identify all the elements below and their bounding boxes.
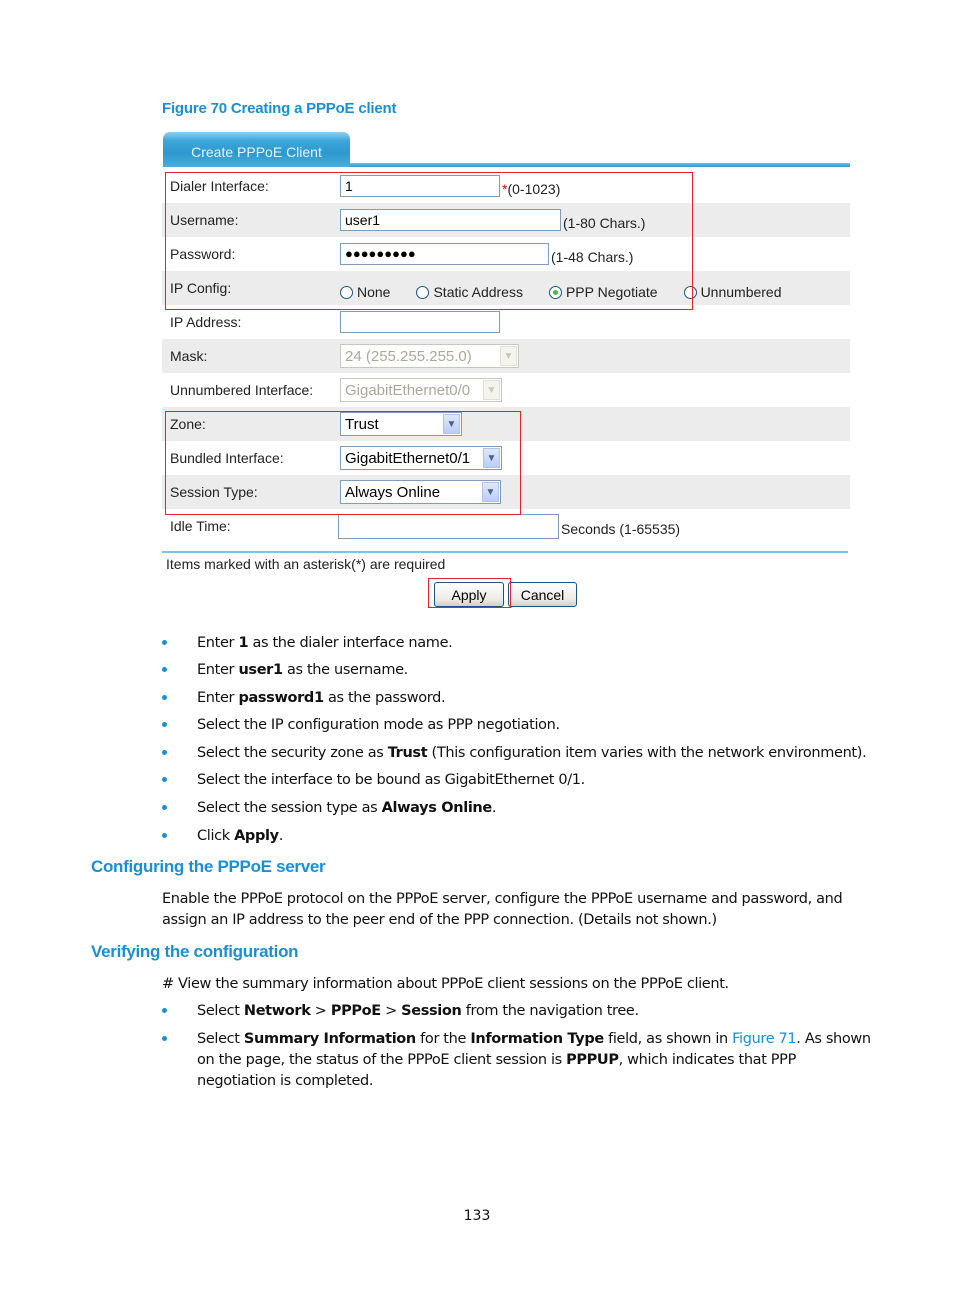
dialer-interface-hint: (0-1023): [507, 181, 561, 197]
bullet-icon: [162, 667, 167, 672]
radio-circle-icon: [683, 285, 697, 299]
figure-caption: Figure 70 Creating a PPPoE client: [162, 100, 397, 117]
row-ip-address: IP Address:: [162, 305, 850, 339]
radio-unnumbered[interactable]: Unnumbered: [683, 284, 782, 300]
row-password: Password: ●●●●●●●●● (1-48 Chars.): [162, 237, 850, 271]
form-separator: [162, 551, 848, 553]
bullet-icon: [162, 750, 167, 755]
chevron-down-icon: ▼: [482, 482, 499, 502]
row-zone: Zone: Trust ▼: [162, 407, 850, 441]
radio-circle-icon: [340, 285, 353, 299]
username-input[interactable]: [340, 209, 561, 231]
session-type-select[interactable]: Always Online ▼: [340, 480, 501, 504]
apply-button[interactable]: Apply: [434, 582, 504, 607]
bullet-icon: [162, 1008, 167, 1013]
bullet-icon: [162, 1036, 167, 1041]
tab-strip: Create PPPoE Client: [162, 132, 850, 169]
idle-time-hint: Seconds (1-65535): [561, 521, 681, 537]
heading-configuring-pppoe-server: Configuring the PPPoE server: [91, 857, 326, 876]
heading-verifying-configuration: Verifying the configuration: [91, 942, 299, 961]
row-dialer-interface: Dialer Interface: *(0-1023): [162, 169, 850, 203]
bullet-icon: [162, 722, 167, 727]
dialer-interface-label: Dialer Interface:: [170, 178, 269, 194]
unnumbered-interface-label: Unnumbered Interface:: [170, 382, 314, 398]
bullet-icon: [162, 640, 167, 645]
create-pppoe-client-form: Create PPPoE Client Dialer Interface: *(…: [162, 132, 850, 543]
row-idle-time: Idle Time: Seconds (1-65535): [162, 509, 850, 543]
bullet-icon: [162, 695, 167, 700]
chevron-down-icon: ▼: [483, 380, 500, 400]
cancel-button[interactable]: Cancel: [508, 582, 577, 607]
password-hint: (1-48 Chars.): [551, 249, 634, 265]
radio-selected-icon: [548, 285, 562, 299]
zone-label: Zone:: [170, 416, 206, 432]
verify-intro: # View the summary information about PPP…: [162, 976, 729, 992]
mask-select[interactable]: 24 (255.255.255.0) ▼: [340, 344, 519, 368]
ip-config-label: IP Config:: [170, 280, 232, 296]
row-bundled-interface: Bundled Interface: GigabitEthernet0/1 ▼: [162, 441, 850, 475]
page-number: 133: [463, 1208, 491, 1224]
idle-time-label: Idle Time:: [170, 518, 231, 534]
radio-static-address[interactable]: Static Address: [416, 284, 523, 300]
password-input[interactable]: ●●●●●●●●●: [340, 243, 549, 265]
bullet-icon: [162, 777, 167, 782]
chevron-down-icon: ▼: [443, 414, 460, 434]
session-type-label: Session Type:: [170, 484, 258, 500]
row-mask: Mask: 24 (255.255.255.0) ▼: [162, 339, 850, 373]
row-unnumbered-interface: Unnumbered Interface: GigabitEthernet0/0…: [162, 373, 850, 407]
row-session-type: Session Type: Always Online ▼: [162, 475, 850, 509]
idle-time-input[interactable]: [338, 513, 559, 539]
password-label: Password:: [170, 246, 236, 262]
radio-ppp-negotiate[interactable]: PPP Negotiate: [548, 284, 658, 300]
ip-address-label: IP Address:: [170, 314, 242, 330]
radio-none[interactable]: None: [340, 284, 390, 300]
tab-underline: [350, 163, 850, 167]
zone-select[interactable]: Trust ▼: [340, 412, 462, 436]
bullet-icon: [162, 833, 167, 838]
dialer-interface-input[interactable]: [340, 175, 500, 197]
bundled-interface-label: Bundled Interface:: [170, 450, 284, 466]
username-hint: (1-80 Chars.): [563, 215, 646, 231]
row-ip-config: IP Config: None Static Address PPP Negot…: [162, 271, 850, 305]
radio-circle-icon: [416, 285, 430, 299]
server-paragraph: Enable the PPPoE protocol on the PPPoE s…: [162, 891, 843, 928]
chevron-down-icon: ▼: [483, 448, 500, 468]
ip-address-input[interactable]: [340, 311, 500, 333]
mask-label: Mask:: [170, 348, 208, 364]
figure-71-link[interactable]: Figure 71: [732, 1031, 797, 1047]
bullet-icon: [162, 805, 167, 810]
chevron-down-icon: ▼: [500, 346, 517, 366]
row-username: Username: (1-80 Chars.): [162, 203, 850, 237]
username-label: Username:: [170, 212, 239, 228]
unnumbered-interface-select[interactable]: GigabitEthernet0/0 ▼: [340, 378, 502, 402]
tab-create-pppoe-client[interactable]: Create PPPoE Client: [163, 132, 350, 167]
bundled-interface-select[interactable]: GigabitEthernet0/1 ▼: [340, 446, 502, 470]
required-note: Items marked with an asterisk(*) are req…: [166, 556, 446, 572]
